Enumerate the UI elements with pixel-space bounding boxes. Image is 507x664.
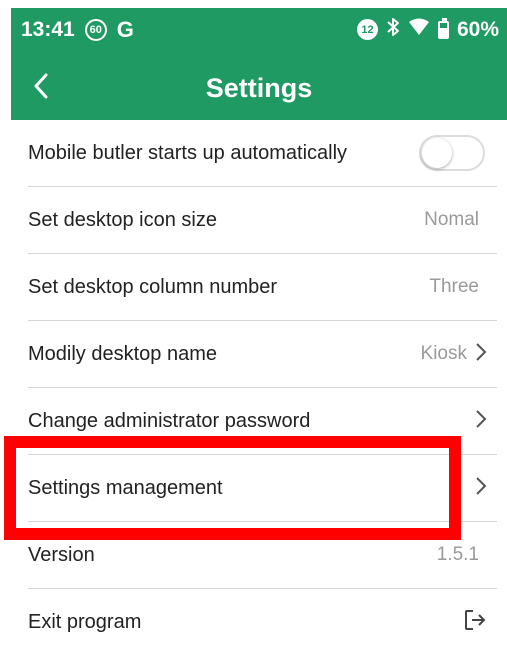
status-bar: 13:41 60 G 12 60% xyxy=(11,8,507,52)
toggle-knob xyxy=(422,138,452,168)
exit-icon[interactable] xyxy=(463,608,487,637)
setting-desktop-name[interactable]: Modily desktop name Kiosk xyxy=(28,321,497,388)
setting-label: Mobile butler starts up automatically xyxy=(28,141,348,164)
notification-badge: 12 xyxy=(356,19,378,40)
setting-label: Set desktop icon size xyxy=(28,208,217,231)
setting-control xyxy=(475,476,497,501)
setting-control xyxy=(463,608,497,637)
page-title: Settings xyxy=(205,73,313,103)
setting-exit-program[interactable]: Exit program xyxy=(28,589,497,656)
chevron-right-icon xyxy=(475,476,487,501)
title-bar: Settings xyxy=(11,52,507,120)
setting-control: Nomal xyxy=(424,209,497,231)
setting-control xyxy=(419,135,497,171)
setting-icon-size[interactable]: Set desktop icon size Nomal xyxy=(28,187,497,254)
setting-auto-start[interactable]: Mobile butler starts up automatically xyxy=(28,120,497,187)
settings-list: Mobile butler starts up automatically Se… xyxy=(11,120,497,656)
setting-label: Set desktop column number xyxy=(28,275,278,298)
bluetooth-icon xyxy=(386,17,400,42)
battery-level xyxy=(439,28,447,37)
setting-value: Kiosk xyxy=(420,343,467,364)
setting-control: Kiosk xyxy=(421,342,497,367)
status-left: 13:41 60 G xyxy=(21,17,134,43)
google-icon: G xyxy=(116,17,134,42)
status-time: 13:41 xyxy=(21,18,75,41)
app-header: 13:41 60 G 12 60% Settings xyxy=(11,8,507,120)
status-right: 12 60% xyxy=(356,17,499,42)
battery-icon xyxy=(437,17,449,39)
setting-control: 1.5.1 xyxy=(437,544,497,566)
setting-column-number[interactable]: Set desktop column number Three xyxy=(28,254,497,321)
setting-label: Exit program xyxy=(28,611,142,633)
setting-label: Version xyxy=(28,543,95,566)
settings-screen: 13:41 60 G 12 60% Settings Mobile butler… xyxy=(0,0,507,664)
setting-label: Settings management xyxy=(28,476,223,499)
setting-settings-management[interactable]: Settings management xyxy=(28,455,497,522)
setting-value: Three xyxy=(429,276,479,297)
setting-label: Change administrator password xyxy=(28,409,311,432)
version-value: 1.5.1 xyxy=(436,544,479,565)
chevron-right-icon xyxy=(475,409,487,434)
setting-admin-password[interactable]: Change administrator password xyxy=(28,388,497,455)
setting-value: Nomal xyxy=(424,209,479,230)
setting-control xyxy=(475,409,497,434)
setting-version: Version 1.5.1 xyxy=(28,522,497,589)
setting-control: Three xyxy=(429,276,497,298)
setting-label: Modily desktop name xyxy=(28,342,217,365)
auto-start-toggle[interactable] xyxy=(419,135,485,171)
chevron-right-icon xyxy=(475,342,487,367)
battery-percent: 60% xyxy=(456,17,499,41)
data-saver-badge: 60 xyxy=(84,19,107,41)
wifi-icon xyxy=(408,18,430,42)
